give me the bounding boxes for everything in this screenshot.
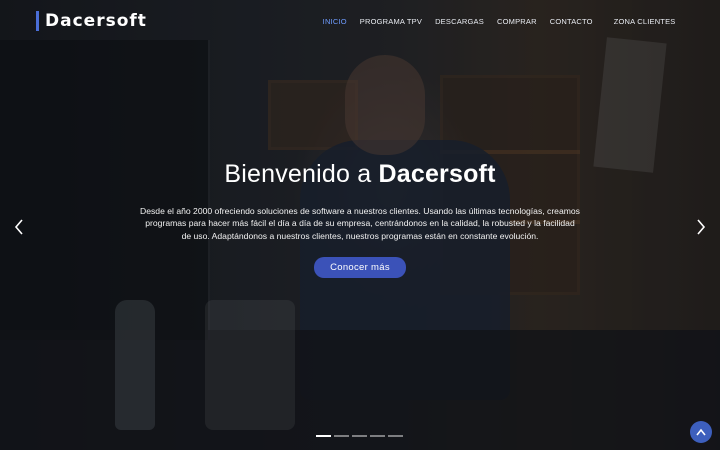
nav-item-inicio[interactable]: INICIO xyxy=(316,17,353,26)
carousel-indicator-1[interactable] xyxy=(316,435,331,437)
hero-lead-text: Desde el año 2000 ofreciendo soluciones … xyxy=(140,206,580,241)
carousel-next-button[interactable] xyxy=(694,218,708,236)
carousel-prev-button[interactable] xyxy=(12,218,26,236)
chevron-right-icon xyxy=(697,219,706,235)
nav-item-comprar[interactable]: COMPRAR xyxy=(490,17,543,26)
navbar: Dacersoft INICIO PROGRAMA TPV DESCARGAS … xyxy=(0,0,720,42)
brand-name: Dacersoft xyxy=(45,11,147,31)
hero-title-brand: Dacersoft xyxy=(378,160,496,188)
hero-carousel: Dacersoft INICIO PROGRAMA TPV DESCARGAS … xyxy=(0,0,720,450)
nav-item-zona-clientes[interactable]: ZONA CLIENTES xyxy=(607,17,682,26)
carousel-indicators xyxy=(316,435,403,437)
back-to-top-button[interactable] xyxy=(690,421,712,443)
chevron-left-icon xyxy=(14,219,23,235)
brand-accent-bar xyxy=(36,11,39,31)
carousel-indicator-4[interactable] xyxy=(370,435,385,437)
carousel-indicator-3[interactable] xyxy=(352,435,367,437)
nav-item-descargas[interactable]: DESCARGAS xyxy=(429,17,491,26)
nav-item-programa-tpv[interactable]: PROGRAMA TPV xyxy=(353,17,428,26)
hero-caption: Bienvenido a Dacersoft Desde el año 2000… xyxy=(0,160,720,278)
brand-logo-link[interactable]: Dacersoft xyxy=(36,11,147,31)
carousel-indicator-5[interactable] xyxy=(388,435,403,437)
nav-menu: INICIO PROGRAMA TPV DESCARGAS COMPRAR CO… xyxy=(316,17,682,26)
chevron-up-icon xyxy=(696,428,706,436)
hero-title-prefix: Bienvenido a xyxy=(224,160,379,188)
nav-item-contacto[interactable]: CONTACTO xyxy=(543,17,599,26)
carousel-indicator-2[interactable] xyxy=(334,435,349,437)
conocer-mas-button[interactable]: Conocer más xyxy=(314,256,406,278)
hero-title: Bienvenido a Dacersoft xyxy=(0,160,720,189)
